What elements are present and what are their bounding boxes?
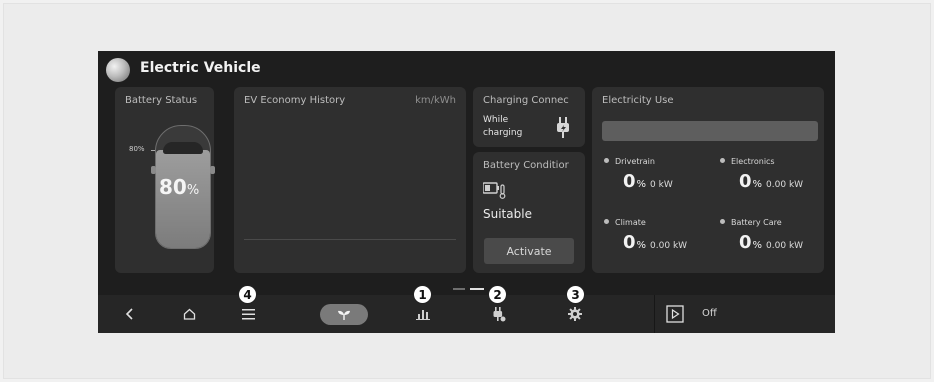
eco-mode-button[interactable] [320,304,368,325]
media-play-button[interactable] [664,295,686,333]
value-percent: % [752,240,763,251]
value-number: 0 [739,232,752,253]
battery-percentage-unit: % [186,183,200,198]
battery-fill [156,150,210,248]
car-mirror-left [151,166,156,174]
ev-economy-title: EV Economy History [244,95,346,106]
value-number: 0 [623,232,636,253]
media-status: Off [702,308,717,319]
leaf-icon [338,310,350,320]
page-indicator-inactive[interactable] [453,288,465,290]
app-title: Electric Vehicle [140,60,261,76]
electricity-item-value: 0% 0 kW [623,171,673,192]
callout-1: 1 [413,285,432,304]
charger-icon [493,306,505,321]
value-kw: 0 kW [650,180,673,190]
callout-4: 4 [238,285,257,304]
electricity-use-bar [602,121,818,141]
battery-status-title: Battery Status [125,95,198,106]
economy-baseline [244,239,456,240]
electricity-item-label: Electronics [720,157,775,166]
electricity-item-value: 0% 0.00 kW [739,232,803,253]
electricity-item-value: 0% 0.00 kW [739,171,803,192]
electricity-item-label: Battery Care [720,218,782,227]
value-kw: 0.00 kW [650,241,688,251]
electricity-use-title: Electricity Use [602,95,674,106]
back-icon [125,308,133,320]
ev-economy-panel[interactable]: EV Economy History km/kWh [234,87,466,273]
activate-button[interactable]: Activate [484,238,574,264]
charging-connector-title: Charging Connec [483,95,569,106]
value-kw: 0.00 kW [766,180,804,190]
bar-chart-icon [416,310,430,320]
app-header: Electric Vehicle [98,51,835,87]
navbar-divider [654,295,655,333]
electricity-use-panel[interactable]: Electricity Use Drivetrain 0% 0 kW Electr… [592,87,824,273]
bottom-navbar: Off [98,295,835,333]
car-windshield [163,142,203,154]
home-button[interactable] [178,295,200,333]
battery-percentage: 80% [159,175,199,199]
play-icon [666,305,684,323]
car-mirror-right [210,166,215,174]
value-percent: % [752,179,763,190]
charger-plug-icon [557,117,569,138]
callout-3: 3 [566,285,585,304]
charging-mode-text: While charging [483,115,523,138]
back-button[interactable] [118,295,140,333]
value-percent: % [636,240,647,251]
charging-mode: While charging [483,114,541,140]
electricity-item-value: 0% 0.00 kW [623,232,687,253]
value-number: 0 [623,171,636,192]
charge-limit-label: 80% [129,145,145,153]
electricity-item-label: Drivetrain [604,157,655,166]
callout-2: 2 [488,285,507,304]
home-icon [183,308,195,320]
battery-condition-status: Suitable [483,207,532,221]
page-indicator-active[interactable] [470,288,484,290]
value-percent: % [636,179,647,190]
gear-icon [568,307,582,321]
battery-percentage-value: 80 [159,175,187,199]
battery-condition-panel[interactable]: Battery Conditior Suitable Activate [473,152,585,273]
globe-icon [106,58,130,82]
menu-icon [241,308,255,319]
battery-status-panel[interactable]: Battery Status 80% 80% [115,87,215,273]
electricity-item-label: Climate [604,218,646,227]
charging-connector-panel[interactable]: Charging Connec While charging [473,87,585,147]
value-number: 0 [739,171,752,192]
ev-screen: Electric Vehicle Battery Status 80% 80% … [98,51,835,333]
ev-economy-unit: km/kWh [415,95,456,106]
value-kw: 0.00 kW [766,241,804,251]
battery-thermometer-icon [483,182,506,199]
battery-condition-title: Battery Conditior [483,160,569,171]
